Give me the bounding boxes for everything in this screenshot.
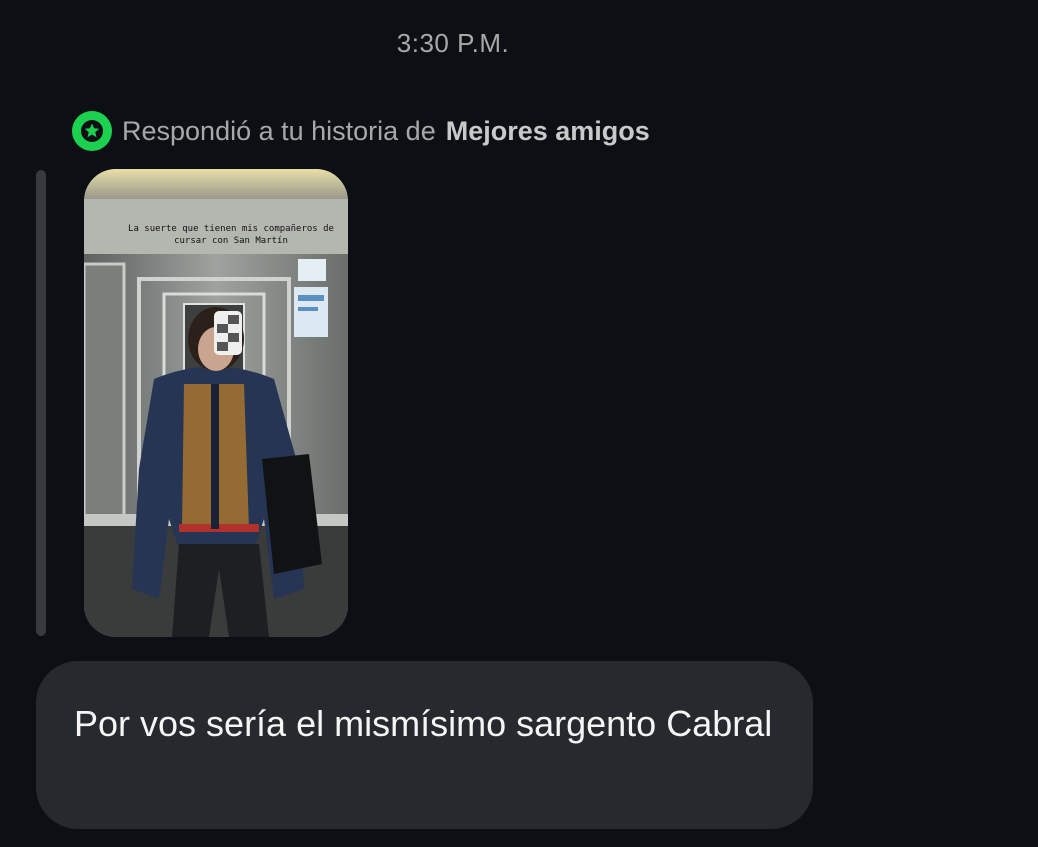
- story-thumbnail[interactable]: La suerte que tienen mis compañeros de c…: [84, 169, 348, 637]
- chat-thread: 3:30 P.M. Respondió a tu historia de Mej…: [0, 0, 1038, 847]
- story-caption: La suerte que tienen mis compañeros de c…: [128, 224, 334, 246]
- close-friends-label: Mejores amigos: [445, 115, 650, 146]
- star-icon: [72, 111, 112, 151]
- reply-header-text: Respondió a tu historia de: [122, 115, 436, 146]
- message-timestamp: 3:30 P.M.: [396, 28, 510, 58]
- reply-indicator-bar: [36, 170, 46, 636]
- message-bubble[interactable]: Por vos sería el mismísimo sargento Cabr…: [36, 661, 813, 829]
- story-reply-header: Respondió a tu historia de Mejores amigo…: [72, 111, 650, 151]
